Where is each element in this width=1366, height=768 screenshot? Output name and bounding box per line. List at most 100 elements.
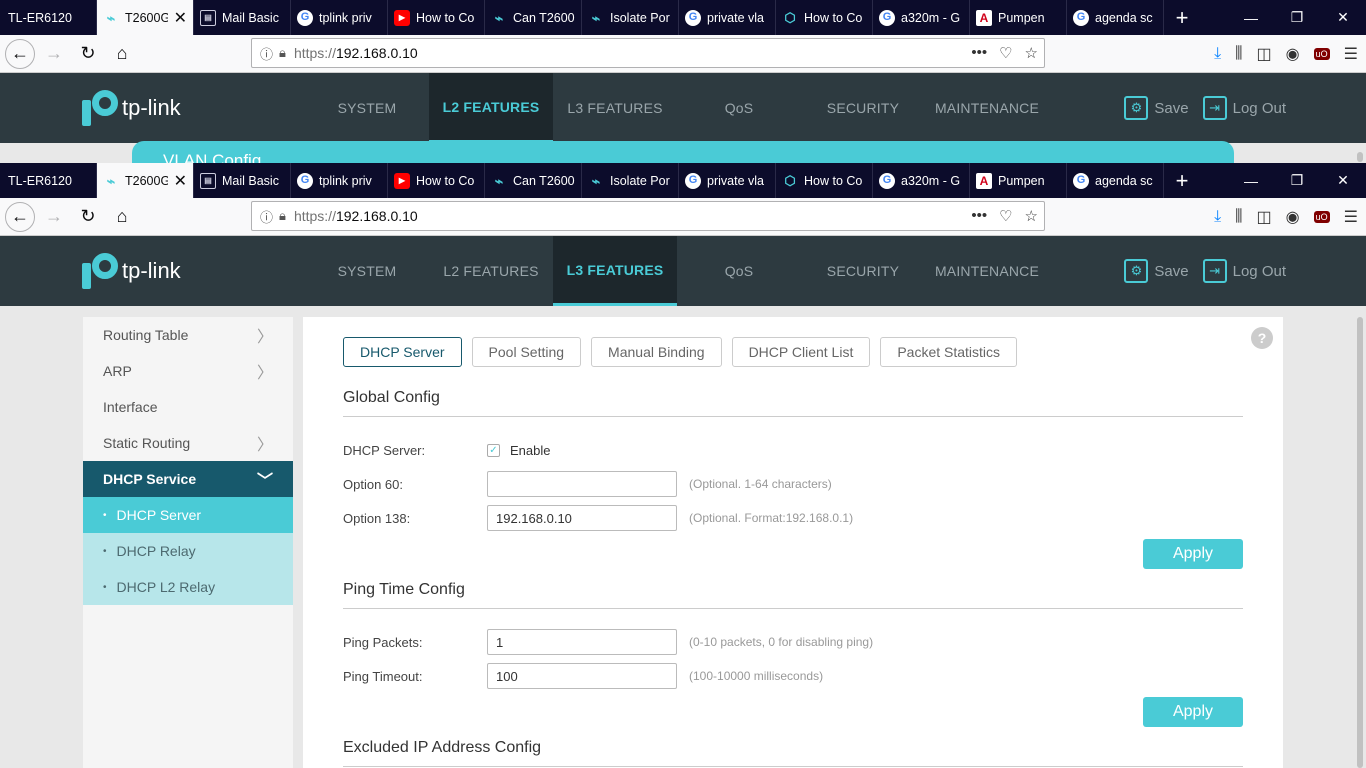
sidebar-toggle-icon[interactable]: ◫ xyxy=(1257,44,1272,64)
browser-tab[interactable]: ⌁ T2600G ✕ xyxy=(97,0,194,35)
browser-tab[interactable]: Gtplink priv xyxy=(291,0,388,35)
browser-tab[interactable]: ⌁ Can T2600 xyxy=(485,163,582,198)
nav-maintenance[interactable]: MAINTENANCE xyxy=(925,236,1049,306)
pocket-icon[interactable]: ♡ xyxy=(999,207,1012,225)
nav-qos[interactable]: QoS xyxy=(677,236,801,306)
browser-tab[interactable]: Gprivate vla xyxy=(679,0,776,35)
subtab-dhcp-server[interactable]: DHCP Server xyxy=(343,337,462,367)
lock-icon[interactable]: 🔒︎ xyxy=(279,45,286,61)
sidebar-toggle-icon[interactable]: ◫ xyxy=(1257,207,1272,227)
browser-tab[interactable]: A Pumpen xyxy=(970,163,1067,198)
sidebar-item-interface[interactable]: Interface xyxy=(83,389,293,425)
pocket-icon[interactable]: ♡ xyxy=(999,44,1012,62)
url-bar[interactable]: ⓘ 🔒︎ https://192.168.0.10 ••• ♡ ☆ xyxy=(251,38,1045,68)
download-icon[interactable]: ⤓ xyxy=(1214,208,1221,226)
browser-tab[interactable]: ▶ How to Co xyxy=(388,0,485,35)
scrollbar[interactable] xyxy=(1357,152,1363,162)
ping-packets-input[interactable]: 1 xyxy=(487,629,677,655)
sidebar-subitem-dhcp-server[interactable]: • DHCP Server xyxy=(83,497,293,533)
menu-icon[interactable]: ☰ xyxy=(1344,207,1358,227)
save-button[interactable]: ⚙ Save xyxy=(1124,96,1189,120)
subtab-packet-statistics[interactable]: Packet Statistics xyxy=(880,337,1018,367)
browser-tab[interactable]: Ga320m - G xyxy=(873,163,970,198)
browser-tab[interactable]: A Pumpen xyxy=(970,0,1067,35)
browser-tab[interactable]: ⌁ Can T2600 xyxy=(485,0,582,35)
browser-tab[interactable]: ⌁ Isolate Por xyxy=(582,0,679,35)
ublock-icon[interactable]: uO xyxy=(1313,210,1330,223)
more-actions-icon[interactable]: ••• xyxy=(971,44,987,62)
info-icon[interactable]: ⓘ xyxy=(260,207,273,226)
close-tab-icon[interactable]: ✕ xyxy=(174,171,187,191)
save-button[interactable]: ⚙ Save xyxy=(1124,259,1189,283)
browser-tab[interactable]: Gagenda sc xyxy=(1067,0,1164,35)
browser-tab[interactable]: ▤ Mail Basic xyxy=(194,0,291,35)
nav-system[interactable]: SYSTEM xyxy=(305,73,429,143)
sidebar-subitem-dhcp-l2-relay[interactable]: • DHCP L2 Relay xyxy=(83,569,293,605)
browser-tab[interactable]: Gagenda sc xyxy=(1067,163,1164,198)
browser-tab[interactable]: ⬡ How to Co xyxy=(776,0,873,35)
sidebar-item-routing-table[interactable]: Routing Table 〉 xyxy=(83,317,293,353)
nav-maintenance[interactable]: MAINTENANCE xyxy=(925,73,1049,143)
browser-tab[interactable]: TL-ER6120 xyxy=(0,0,97,35)
url-bar[interactable]: ⓘ 🔒︎ https://192.168.0.10 ••• ♡ ☆ xyxy=(251,201,1045,231)
browser-tab[interactable]: ▤ Mail Basic xyxy=(194,163,291,198)
subtab-pool-setting[interactable]: Pool Setting xyxy=(471,337,582,367)
close-window-icon[interactable]: ✕ xyxy=(1320,163,1366,198)
nav-l3-features[interactable]: L3 FEATURES xyxy=(553,236,677,306)
back-arrow-icon[interactable]: ← xyxy=(5,201,35,232)
bookmark-star-icon[interactable]: ☆ xyxy=(1025,44,1038,62)
restore-icon[interactable]: ❐ xyxy=(1274,0,1320,35)
global-apply-button[interactable]: Apply xyxy=(1143,539,1243,569)
info-icon[interactable]: ⓘ xyxy=(260,44,273,63)
logout-button[interactable]: ⇥ Log Out xyxy=(1202,96,1286,120)
browser-tab[interactable]: TL-ER6120 xyxy=(0,163,97,198)
account-icon[interactable]: ◉ xyxy=(1286,44,1300,64)
library-icon[interactable]: ⫼ xyxy=(1235,45,1242,63)
logout-button[interactable]: ⇥ Log Out xyxy=(1202,259,1286,283)
nav-l3-features[interactable]: L3 FEATURES xyxy=(553,73,677,143)
lock-icon[interactable]: 🔒︎ xyxy=(279,208,286,224)
nav-l2-features[interactable]: L2 FEATURES xyxy=(429,73,553,143)
home-icon[interactable]: ⌂ xyxy=(107,202,137,232)
sidebar-subitem-dhcp-relay[interactable]: • DHCP Relay xyxy=(83,533,293,569)
browser-tab[interactable]: Gprivate vla xyxy=(679,163,776,198)
nav-security[interactable]: SECURITY xyxy=(801,73,925,143)
enable-checkbox[interactable]: ✓ xyxy=(487,443,500,457)
sidebar-item-arp[interactable]: ARP 〉 xyxy=(83,353,293,389)
home-icon[interactable]: ⌂ xyxy=(107,39,137,69)
menu-icon[interactable]: ☰ xyxy=(1344,44,1358,64)
restore-icon[interactable]: ❐ xyxy=(1274,163,1320,198)
download-icon[interactable]: ⤓ xyxy=(1214,45,1221,63)
ublock-icon[interactable]: uO xyxy=(1313,47,1330,60)
new-tab-button[interactable]: + xyxy=(1164,0,1200,35)
nav-security[interactable]: SECURITY xyxy=(801,236,925,306)
reload-icon[interactable]: ↻ xyxy=(73,202,103,232)
bookmark-star-icon[interactable]: ☆ xyxy=(1025,207,1038,225)
account-icon[interactable]: ◉ xyxy=(1286,207,1300,227)
subtab-manual-binding[interactable]: Manual Binding xyxy=(591,337,722,367)
minimize-icon[interactable]: — xyxy=(1228,0,1274,35)
help-icon[interactable]: ? xyxy=(1251,327,1273,349)
forward-arrow-icon[interactable]: → xyxy=(39,39,69,69)
nav-l2-features[interactable]: L2 FEATURES xyxy=(429,236,553,306)
scrollbar[interactable] xyxy=(1357,317,1363,768)
new-tab-button[interactable]: + xyxy=(1164,163,1200,198)
ping-timeout-input[interactable]: 100 xyxy=(487,663,677,689)
nav-qos[interactable]: QoS xyxy=(677,73,801,143)
browser-tab[interactable]: ⌁ Isolate Por xyxy=(582,163,679,198)
browser-tab[interactable]: Gtplink priv xyxy=(291,163,388,198)
reload-icon[interactable]: ↻ xyxy=(73,39,103,69)
subtab-dhcp-client-list[interactable]: DHCP Client List xyxy=(731,337,871,367)
option60-input[interactable] xyxy=(487,471,677,497)
sidebar-item-static-routing[interactable]: Static Routing 〉 xyxy=(83,425,293,461)
forward-arrow-icon[interactable]: → xyxy=(39,202,69,232)
library-icon[interactable]: ⫼ xyxy=(1235,208,1242,226)
browser-tab[interactable]: ⌁ T2600G ✕ xyxy=(97,163,194,198)
minimize-icon[interactable]: — xyxy=(1228,163,1274,198)
close-window-icon[interactable]: ✕ xyxy=(1320,0,1366,35)
browser-tab[interactable]: ⬡ How to Co xyxy=(776,163,873,198)
sidebar-item-dhcp-service[interactable]: DHCP Service ﹀ xyxy=(83,461,293,497)
close-tab-icon[interactable]: ✕ xyxy=(174,8,187,28)
nav-system[interactable]: SYSTEM xyxy=(305,236,429,306)
more-actions-icon[interactable]: ••• xyxy=(971,207,987,225)
